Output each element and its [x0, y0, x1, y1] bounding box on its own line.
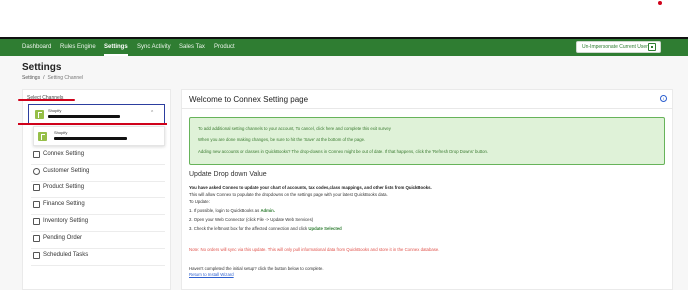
nav-sales-tax[interactable]: Sales Tax [179, 39, 205, 56]
menu-label: Pending Order [43, 235, 83, 241]
channel-option-label: Shopify [54, 130, 68, 135]
step-1-admin: Admin. [260, 208, 275, 213]
finance-icon [33, 201, 40, 208]
calendar-icon [33, 218, 40, 225]
update-dropdown-title: Update Drop down Value [189, 171, 267, 178]
breadcrumb-separator: / [43, 75, 45, 81]
user-shield-icon [648, 43, 656, 51]
sync-warning: Note: No orders will sync via this updat… [189, 247, 440, 252]
nav-settings[interactable]: Settings [104, 39, 128, 56]
clipboard-icon [33, 252, 40, 259]
unimpersonate-label: Un-Impersonate Current User [582, 44, 648, 50]
bar-chart-icon [33, 151, 40, 158]
panel-divider [181, 108, 673, 109]
update-step-2: 2. Open your Web Connector (click File -… [189, 217, 314, 222]
chevron-up-icon[interactable]: ⌃ [150, 110, 154, 116]
menu-customer-setting[interactable]: Customer Setting [31, 166, 165, 182]
top-bar [0, 0, 688, 37]
user-icon [33, 168, 40, 175]
truck-icon [33, 235, 40, 242]
channel-select-label: Shopify [48, 108, 62, 113]
return-to-wizard-link[interactable]: Return to Install Wizard [189, 272, 234, 277]
redacted-store-name [48, 115, 120, 118]
update-step-1: 1. If possible, login to QuickBooks as A… [189, 208, 275, 213]
channel-dropdown: Shopify [33, 126, 165, 146]
step-3-update-selected: Update Selected [308, 226, 342, 231]
menu-scheduled-tasks[interactable]: Scheduled Tasks [31, 250, 165, 266]
update-step-3: 3. Check the leftmost box for the affect… [189, 226, 342, 231]
notice-line-1: To add additional setting channels to yo… [198, 126, 391, 131]
welcome-title: Welcome to Connex Setting page [189, 95, 309, 104]
update-intro: You have asked Connex to update your cha… [189, 185, 432, 190]
shopify-icon [38, 132, 47, 141]
page-title: Settings [22, 62, 62, 73]
menu-label: Finance Setting [43, 201, 85, 207]
step-1-text: 1. If possible, login to QuickBooks as [189, 208, 260, 213]
menu-label: Customer Setting [43, 168, 90, 174]
nav-dashboard[interactable]: Dashboard [22, 39, 51, 56]
nav-sync-activity[interactable]: Sync Activity [137, 39, 171, 56]
annotation-dot [658, 1, 662, 5]
menu-label: Connex Setting [43, 151, 85, 157]
update-line-3: To Update: [189, 199, 210, 204]
menu-connex-setting[interactable]: Connex Setting [31, 149, 165, 165]
channel-select[interactable]: Shopify ⌃ [28, 104, 165, 124]
breadcrumb-current: Setting Channel [47, 75, 84, 81]
annotation-underline-2 [18, 123, 167, 125]
menu-finance-setting[interactable]: Finance Setting [31, 199, 165, 215]
box-icon [33, 184, 40, 191]
step-3-text: 3. Check the leftmost box for the affect… [189, 226, 308, 231]
unimpersonate-button[interactable]: Un-Impersonate Current User [576, 41, 661, 53]
menu-pending-order[interactable]: Pending Order [31, 233, 165, 249]
update-line-2: This will allow Connex to populate the d… [189, 192, 388, 197]
menu-label: Inventory Setting [43, 218, 89, 224]
notice-line-2: When you are done making changes, be sur… [198, 137, 366, 142]
update-intro-bold: You have asked Connex to update your cha… [189, 185, 432, 190]
initial-setup-text: Haven't completed the initial setup? cli… [189, 266, 324, 271]
notice-box: To add additional setting channels to yo… [189, 117, 665, 165]
menu-label: Product Setting [43, 184, 85, 190]
breadcrumb: Settings / Setting Channel [22, 75, 83, 81]
shopify-icon [35, 110, 44, 119]
menu-label: Scheduled Tasks [43, 252, 89, 258]
info-icon[interactable]: i [660, 95, 667, 102]
menu-inventory-setting[interactable]: Inventory Setting [31, 216, 165, 232]
nav-product[interactable]: Product [214, 39, 235, 56]
annotation-underline [18, 99, 75, 101]
notice-line-3: Adding new accounts or classes in QuickB… [198, 149, 489, 154]
redacted-store-name [54, 137, 127, 140]
nav-rules-engine[interactable]: Rules Engine [60, 39, 96, 56]
menu-product-setting[interactable]: Product Setting [31, 182, 165, 198]
breadcrumb-settings[interactable]: Settings [22, 75, 40, 81]
